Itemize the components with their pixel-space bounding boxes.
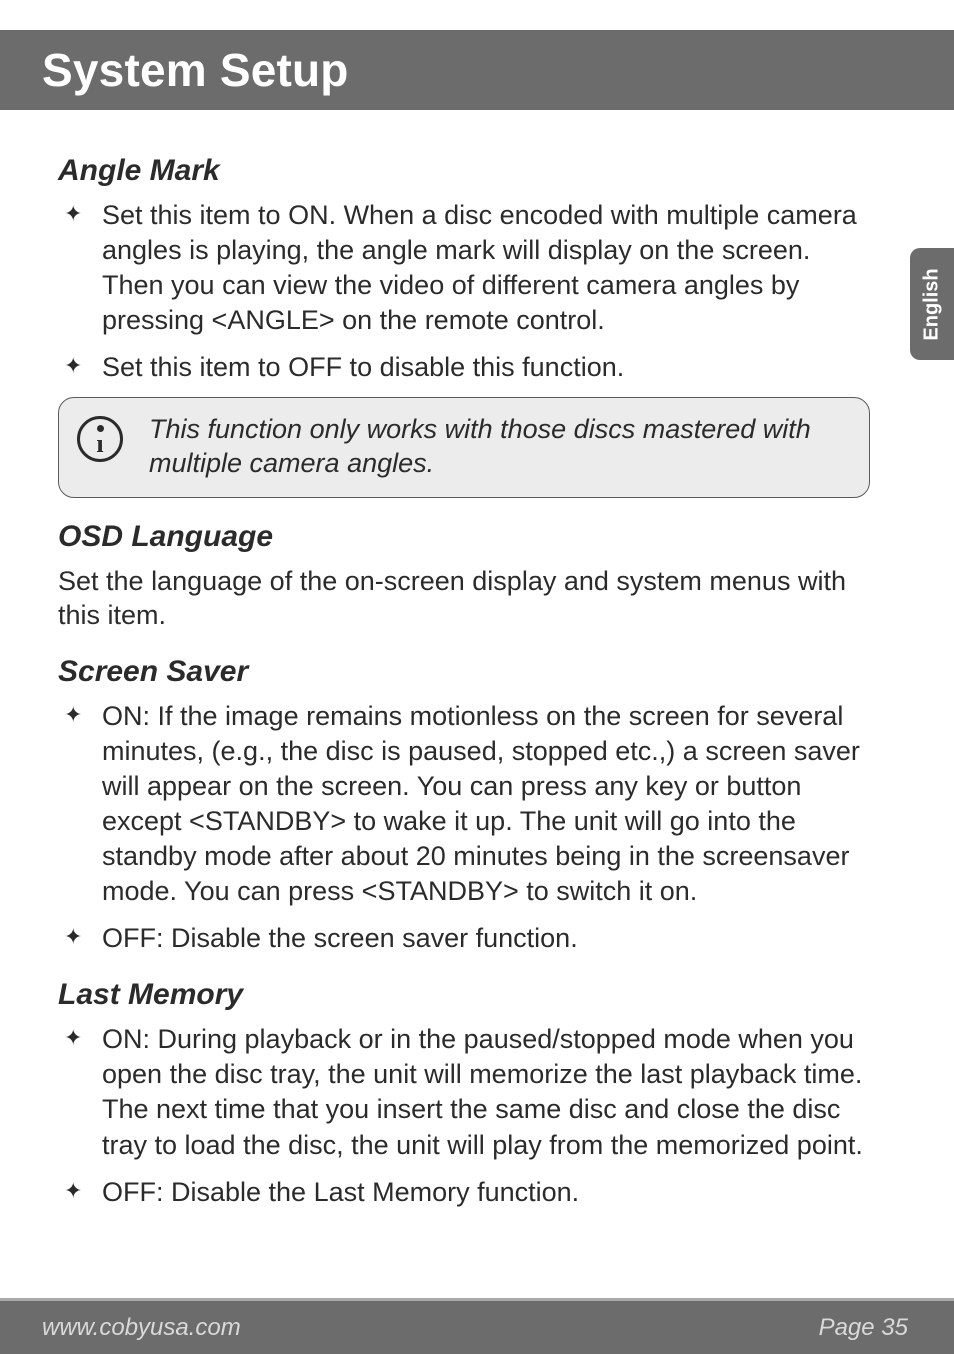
page: System Setup English Angle Mark Set this… (0, 0, 954, 1354)
title-band: System Setup (0, 30, 954, 110)
info-note-text: This function only works with those disc… (149, 412, 847, 480)
osd-language-body: Set the language of the on-screen displa… (58, 564, 870, 633)
list-item: OFF: Disable the Last Memory function. (58, 1175, 870, 1210)
info-note-box: ı This function only works with those di… (58, 397, 870, 497)
heading-angle-mark: Angle Mark (58, 154, 870, 188)
heading-last-memory: Last Memory (58, 978, 870, 1012)
content-area: Angle Mark Set this item to ON. When a d… (0, 110, 954, 1210)
angle-mark-bullets: Set this item to ON. When a disc encoded… (58, 198, 870, 385)
footer-url: www.cobyusa.com (42, 1314, 241, 1342)
list-item: ON: During playback or in the paused/sto… (58, 1022, 870, 1162)
last-memory-bullets: ON: During playback or in the paused/sto… (58, 1022, 870, 1209)
list-item: ON: If the image remains motionless on t… (58, 699, 870, 910)
footer-bar: www.cobyusa.com Page 35 (0, 1298, 954, 1354)
heading-screen-saver: Screen Saver (58, 655, 870, 689)
info-circle-icon: ı (77, 416, 123, 462)
info-icon: ı (77, 416, 123, 462)
list-item: Set this item to OFF to disable this fun… (58, 350, 870, 385)
language-tab-label: English (921, 268, 944, 340)
page-title: System Setup (42, 43, 349, 97)
screen-saver-bullets: ON: If the image remains motionless on t… (58, 699, 870, 957)
list-item: Set this item to ON. When a disc encoded… (58, 198, 870, 338)
heading-osd-language: OSD Language (58, 520, 870, 554)
footer-page-number: Page 35 (819, 1314, 908, 1342)
list-item: OFF: Disable the screen saver function. (58, 921, 870, 956)
language-tab: English (910, 248, 954, 360)
